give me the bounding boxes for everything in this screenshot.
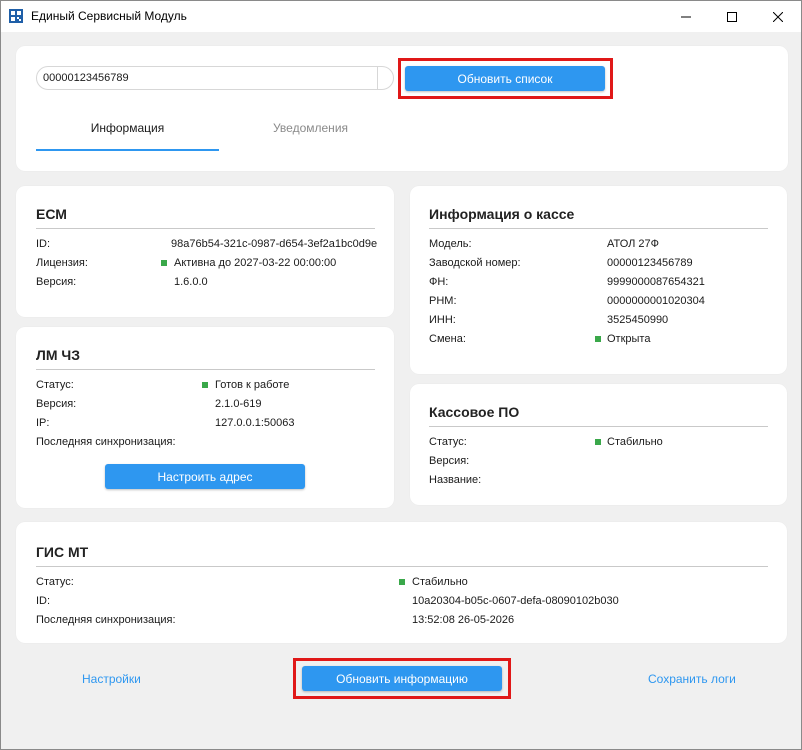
maximize-button[interactable]: [709, 1, 755, 32]
kassa-serial-value: 00000123456789: [607, 257, 693, 269]
po-name-label: Название:: [429, 474, 482, 486]
po-status-value: Стабильно: [607, 436, 663, 448]
lm-status-label: Статус:: [36, 379, 74, 391]
title-bar[interactable]: Единый Сервисный Модуль: [1, 1, 801, 32]
gis-title: ГИС МТ: [36, 544, 89, 560]
kassa-fn-value: 9999000087654321: [607, 276, 705, 288]
lm-sync-label: Последняя синхронизация:: [36, 436, 176, 448]
close-button[interactable]: [755, 1, 801, 32]
ecm-divider: [36, 228, 375, 229]
close-icon: [773, 11, 783, 22]
gis-id-label: ID:: [36, 595, 51, 607]
highlight-refresh-info: [293, 658, 511, 699]
tab-information[interactable]: Информация: [36, 121, 219, 135]
serial-search-input[interactable]: [36, 66, 394, 90]
ecm-license-label: Лицензия:: [36, 257, 88, 269]
gis-sync-value: 13:52:08 26-05-2026: [412, 614, 515, 626]
lm-ip-label: IP:: [36, 417, 50, 429]
gis-id-value: 10a20304-b05c-0607-defa-08090102b030: [412, 595, 619, 607]
maximize-icon: [727, 11, 737, 22]
kassa-inn-label: ИНН:: [429, 314, 456, 326]
ecm-id-label: ID:: [36, 238, 51, 250]
po-title: Кассовое ПО: [429, 404, 520, 420]
minimize-icon: [681, 16, 691, 17]
kassa-shift-value: Открыта: [607, 333, 651, 345]
kassa-serial-label: Заводской номер:: [429, 257, 521, 269]
minimize-button[interactable]: [663, 1, 709, 32]
kassa-fn-label: ФН:: [429, 276, 449, 288]
save-logs-link[interactable]: Сохранить логи: [648, 672, 736, 686]
lm-title: ЛМ ЧЗ: [36, 347, 80, 363]
tab-notifications[interactable]: Уведомления: [219, 121, 402, 135]
configure-address-button[interactable]: Настроить адрес: [105, 464, 305, 489]
gis-sync-label: Последняя синхронизация:: [36, 614, 176, 626]
lm-ip-value: 127.0.0.1:50063: [215, 417, 295, 429]
ecm-id-value: 98a76b54-321c-0987-d654-3ef2a1bc0d9e: [171, 238, 378, 250]
tab-information-underline: [36, 149, 219, 151]
gis-status-label: Статус:: [36, 576, 74, 588]
settings-link[interactable]: Настройки: [82, 672, 141, 686]
app-window: Единый Сервисный Модуль Обновить список …: [0, 0, 802, 750]
gis-status-dot: [399, 579, 405, 585]
kassa-title: Информация о кассе: [429, 206, 575, 222]
highlight-refresh-list: [398, 58, 613, 99]
ecm-license-status-dot: [161, 260, 167, 266]
po-status-label: Статус:: [429, 436, 467, 448]
po-status-dot: [595, 439, 601, 445]
kassa-inn-value: 3525450990: [607, 314, 669, 326]
kassa-shift-status-dot: [595, 336, 601, 342]
po-divider: [429, 426, 768, 427]
po-version-label: Версия:: [429, 455, 470, 467]
kassa-rnm-value: 0000000001020304: [607, 295, 705, 307]
lm-version-value: 2.1.0-619: [215, 398, 262, 410]
lm-status-value: Готов к работе: [215, 379, 290, 391]
gis-divider: [36, 566, 768, 567]
kassa-rnm-label: РНМ:: [429, 295, 457, 307]
ecm-title: ЕСМ: [36, 206, 67, 222]
lm-divider: [36, 369, 375, 370]
gis-status-value: Стабильно: [412, 576, 468, 588]
ecm-card: [16, 186, 394, 317]
kassa-model-label: Модель:: [429, 238, 472, 250]
ecm-license-value: Активна до 2027-03-22 00:00:00: [174, 257, 337, 269]
app-grid-icon: [9, 9, 23, 23]
kassa-model-value: АТОЛ 27Ф: [607, 238, 660, 250]
kassa-shift-label: Смена:: [429, 333, 466, 345]
lm-status-dot: [202, 382, 208, 388]
window-title: Единый Сервисный Модуль: [31, 9, 187, 23]
lm-version-label: Версия:: [36, 398, 77, 410]
ecm-version-value: 1.6.0.0: [174, 276, 208, 288]
ecm-version-label: Версия:: [36, 276, 77, 288]
kassa-divider: [429, 228, 768, 229]
